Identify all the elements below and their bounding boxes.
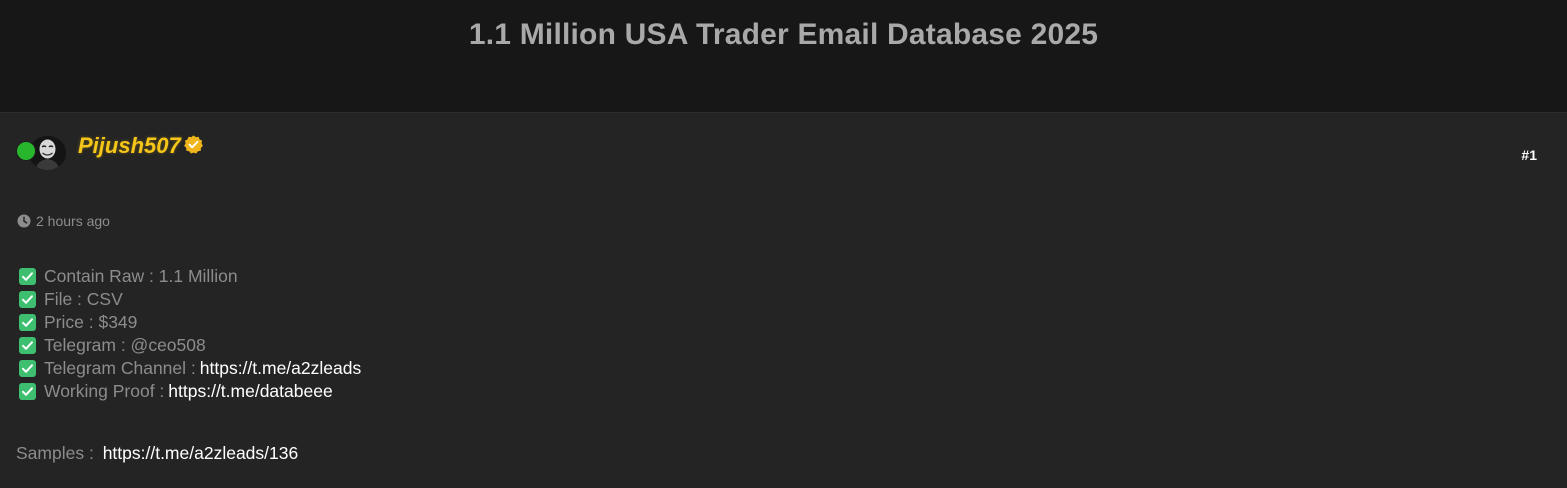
checkbox-check-icon <box>19 337 36 354</box>
checkbox-check-icon <box>19 291 36 308</box>
feature-list: Contain Raw : 1.1 Million File : CSV Pri… <box>19 265 361 403</box>
feature-text: Telegram Channel : <box>44 358 196 378</box>
post-timestamp[interactable]: 2 hours ago <box>17 213 110 229</box>
samples-label: Samples : <box>16 443 94 463</box>
verified-badge-icon <box>183 134 204 155</box>
telegram-channel-link[interactable]: https://t.me/a2zleads <box>200 358 361 379</box>
feature-text: Telegram : @ceo508 <box>44 335 206 355</box>
feature-text: Working Proof : <box>44 381 165 401</box>
author-username-link[interactable]: Pijush507 <box>78 133 181 159</box>
checkbox-check-icon <box>19 360 36 377</box>
thread-header: 1.1 Million USA Trader Email Database 20… <box>0 0 1567 113</box>
checkbox-check-icon <box>19 383 36 400</box>
online-status-indicator <box>16 141 36 161</box>
list-item: Working Proof : https://t.me/databeee <box>19 380 361 403</box>
timestamp-text: 2 hours ago <box>36 213 110 229</box>
list-item: Telegram : @ceo508 <box>19 334 361 357</box>
samples-line: Samples : https://t.me/a2zleads/136 <box>16 443 298 464</box>
working-proof-link[interactable]: https://t.me/databeee <box>168 381 332 402</box>
post-permalink-number[interactable]: #1 <box>1521 147 1537 163</box>
page-title: 1.1 Million USA Trader Email Database 20… <box>468 18 1099 51</box>
feature-text: Price : $349 <box>44 312 138 332</box>
post-container: Pijush507 #1 2 hours ago Contain Raw : 1… <box>0 113 1567 488</box>
list-item: Telegram Channel : https://t.me/a2zleads <box>19 357 361 380</box>
samples-link[interactable]: https://t.me/a2zleads/136 <box>103 443 299 463</box>
list-item: File : CSV <box>19 288 361 311</box>
checkbox-check-icon <box>19 268 36 285</box>
feature-text: Contain Raw : 1.1 Million <box>44 266 238 286</box>
checkbox-check-icon <box>19 314 36 331</box>
list-item: Contain Raw : 1.1 Million <box>19 265 361 288</box>
avatar-group[interactable] <box>16 136 66 170</box>
feature-text: File : CSV <box>44 289 123 309</box>
list-item: Price : $349 <box>19 311 361 334</box>
clock-icon <box>17 214 31 228</box>
